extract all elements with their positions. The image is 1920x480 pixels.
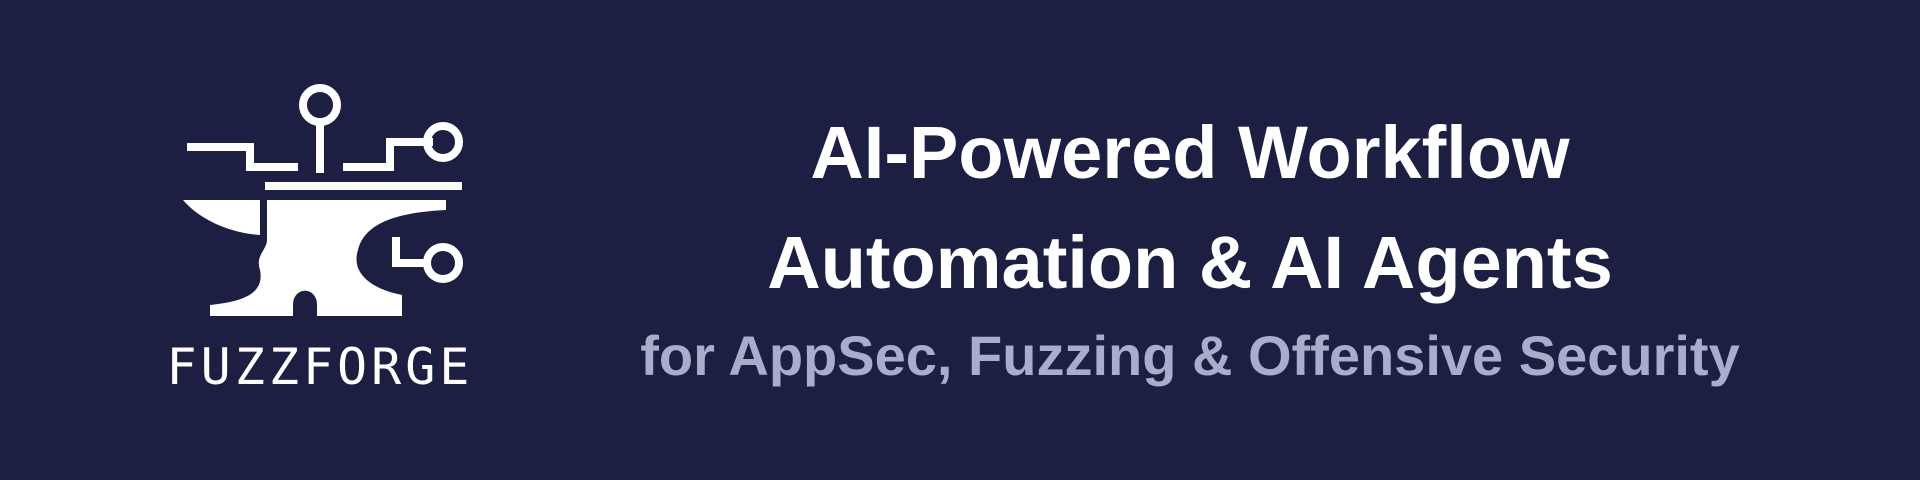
headline-line-1: AI-Powered Workflow <box>810 111 1570 194</box>
brand-wordmark: FUZZFORGE <box>166 338 474 396</box>
fuzzforge-logo: FUZZFORGE <box>150 80 490 400</box>
headline-subtitle: for AppSec, Fuzzing & Offensive Security <box>640 324 1740 387</box>
anvil-circuit-icon <box>183 84 463 316</box>
headline-line-2: Automation & AI Agents <box>767 221 1613 304</box>
headline-block: AI-Powered Workflow Automation & AI Agen… <box>600 98 1780 396</box>
banner: FUZZFORGE AI-Powered Workflow Automation… <box>0 0 1920 480</box>
